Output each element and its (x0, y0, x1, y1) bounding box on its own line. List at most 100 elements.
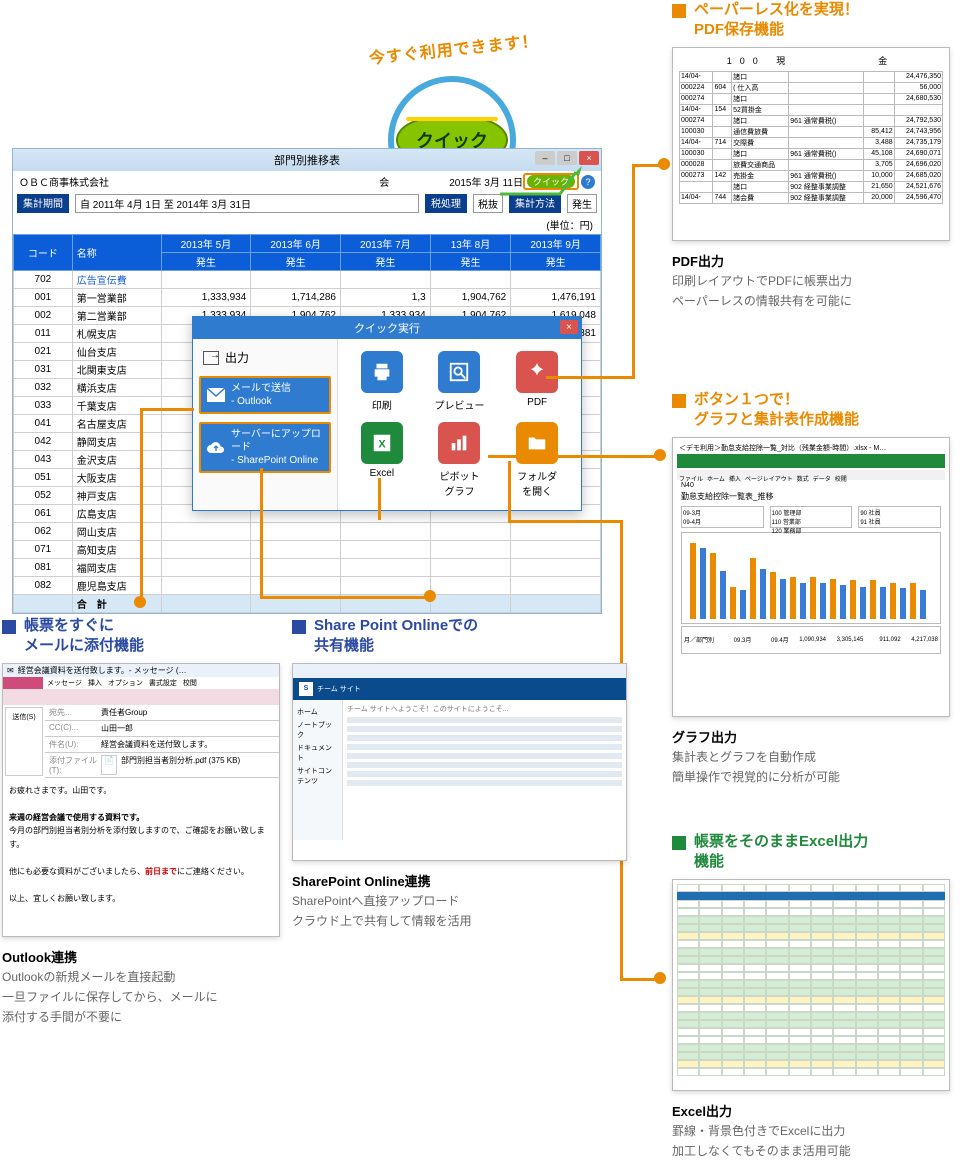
sharepoint-logo-icon: S (299, 682, 313, 696)
maximize-button[interactable]: □ (557, 151, 577, 165)
send-button[interactable]: 送信(S) (5, 707, 43, 776)
feature-title: ボタン１つで！グラフと集計表作成機能 (672, 390, 960, 431)
feature-desc: Outlookの新規メールを直接起動 (2, 968, 282, 986)
feature-desc: 罫線・背景色付きでExcelに出力 (672, 1122, 960, 1140)
connector-dot (654, 449, 666, 461)
upload-server-button[interactable]: サーバーにアップロード- SharePoint Online (199, 422, 331, 473)
feature-mail: 帳票をすぐにメールに添付機能 ✉ 経営会議資料を送付致します。- メッセージ (… (2, 616, 282, 1026)
outlook-preview-thumb: ✉ 経営会議資料を送付致します。- メッセージ (… メッセージ挿入オプション書… (2, 663, 280, 937)
sheet-title: 勤怠支給控除一覧表_推移 (677, 489, 945, 504)
feature-subtitle: グラフ出力 (672, 727, 960, 746)
accounting-label: 会 (379, 174, 389, 189)
connector-dot (134, 596, 146, 608)
tile-folder[interactable]: フォルダ を開く (503, 422, 571, 498)
graph-preview-thumb: ＜デモ利用＞勤怠支給控除一覧_対比（残業金額-時間）.xlsx - M… ファイ… (672, 437, 950, 717)
send-mail-button[interactable]: メールで送信- Outlook (199, 376, 331, 414)
feature-desc: 集計表とグラフを自動作成 (672, 748, 960, 766)
feature-desc: 添付する手間が不要に (2, 1008, 282, 1026)
feature-desc: クラウド上で共有して情報を活用 (292, 912, 632, 930)
summary-table: 月／部門別09.3月09.4月1,090,9343,305,145911,092… (681, 626, 941, 654)
connector-dot (654, 972, 666, 984)
print-icon (361, 351, 403, 393)
app-title: 部門別推移表 (274, 152, 340, 168)
square-bullet-icon (2, 620, 16, 634)
outlook-ribbon (3, 689, 279, 705)
minimize-button[interactable]: ‒ (535, 151, 555, 165)
period-value: 自 2011年 4月 1日 至 2014年 3月 31日 (75, 194, 419, 213)
dialog-title: クイック実行 (354, 323, 420, 335)
sharepoint-sidenav: ホームノートブックドキュメントサイトコンテンツ (293, 700, 343, 840)
mail-icon (207, 388, 225, 402)
company-name: ＯＢＣ商事株式会社 (19, 174, 379, 189)
feature-desc: 印刷レイアウトでPDFに帳票出力 (672, 272, 960, 290)
connector-line (260, 468, 263, 596)
excel-icon: X (361, 422, 403, 464)
outlook-file-tab (3, 677, 43, 689)
excel-tabs: ファイルホーム挿入ページレイアウト数式データ校閲 (677, 470, 945, 480)
connector-line (546, 376, 632, 379)
table-row[interactable]: 001第一営業部1,333,9341,714,2861,31,904,7621,… (14, 289, 601, 307)
feature-graph: ボタン１つで！グラフと集計表作成機能 ＜デモ利用＞勤怠支給控除一覧_対比（残業金… (672, 390, 960, 786)
period-label: 集計期間 (17, 194, 69, 213)
tile-pdf[interactable]: PDF (503, 351, 571, 412)
tile-print[interactable]: 印刷 (348, 351, 416, 412)
excel-preview-thumb (672, 879, 950, 1091)
table-row[interactable]: 081福岡支店 (14, 559, 601, 577)
sharepoint-preview-thumb: S チーム サイト ホームノートブックドキュメントサイトコンテンツ チーム サイ… (292, 663, 627, 861)
cloud-upload-icon (207, 441, 225, 455)
feature-title: Share Point Onlineでの共有機能 (292, 616, 632, 657)
square-bullet-icon (672, 394, 686, 408)
app-title-bar: 部門別推移表 ‒ □ × (13, 149, 601, 171)
feature-sharepoint: Share Point Onlineでの共有機能 S チーム サイト ホームノー… (292, 616, 632, 930)
pdf-preview-thumb: 100 現 金 14/04-諸口24,476,350000224604( 仕入高… (672, 47, 950, 241)
pdf-thumb-table: 14/04-諸口24,476,350000224604( 仕入高56,00000… (679, 71, 943, 204)
feature-subtitle: SharePoint Online連携 (292, 871, 632, 890)
tile-preview[interactable]: プレビュー (426, 351, 494, 412)
feature-title: 帳票をすぐにメールに添付機能 (2, 616, 282, 657)
square-bullet-icon (292, 620, 306, 634)
window-buttons: ‒ □ × (535, 151, 599, 165)
bar-chart (681, 532, 941, 624)
pdf-attachment-icon: 📄 (101, 755, 117, 775)
connector-line (488, 455, 660, 458)
mail-body: お疲れさまです。山田です。 来週の経営会議で使用する資料です。今月の部門別担当者… (3, 778, 279, 912)
feature-title: ペーパーレス化を実現！PDF保存機能 (672, 0, 960, 41)
close-button[interactable]: × (579, 151, 599, 165)
sharepoint-header: S チーム サイト (293, 678, 626, 700)
table-row[interactable]: 082鹿児島支店 (14, 577, 601, 595)
connector-line (508, 461, 511, 521)
tax-label: 税処理 (425, 194, 467, 213)
square-bullet-icon (672, 836, 686, 850)
feature-subtitle: Excel出力 (672, 1101, 960, 1120)
summary-boxes: 09-3月09-4月100 管理部110 営業部120 業務部90 社員91 社… (677, 504, 945, 530)
sharepoint-main: チーム サイトへようこそ！このサイトにようこそ... (343, 700, 626, 840)
feature-subtitle: Outlook連携 (2, 947, 282, 966)
connector-line (140, 408, 194, 411)
feature-desc: SharePointへ直接アップロード (292, 892, 632, 910)
table-row[interactable]: 071高知支店 (14, 541, 601, 559)
output-icon (203, 351, 219, 365)
outlook-tabs: メッセージ挿入オプション書式設定校閲 (43, 677, 201, 689)
tile-excel[interactable]: X Excel (348, 422, 416, 498)
dialog-close-button[interactable]: × (560, 320, 578, 334)
feature-excel: 帳票をそのままExcel出力機能 Excel出力 罫線・背景色付きでExcelに… (672, 832, 960, 1160)
feature-desc: 一旦ファイルに保存してから、メールに (2, 988, 282, 1006)
connector-line (260, 596, 430, 599)
feature-desc: 加工しなくてもそのまま活用可能 (672, 1142, 960, 1160)
unit-label: (単位：円) (13, 215, 601, 234)
tile-pivot[interactable]: ピボット グラフ (426, 422, 494, 498)
square-bullet-icon (672, 4, 686, 18)
feature-desc: ペーパーレスの情報共有を可能に (672, 292, 960, 310)
connector-dot (424, 590, 436, 602)
feature-title: 帳票をそのままExcel出力機能 (672, 832, 960, 873)
help-icon[interactable]: ? (581, 175, 595, 189)
output-section-header: 出力 (199, 347, 331, 368)
tax-value: 税抜 (473, 194, 503, 213)
table-row[interactable]: 062岡山支店 (14, 523, 601, 541)
feature-subtitle: PDF出力 (672, 251, 960, 270)
connector-line (500, 176, 580, 200)
preview-icon (438, 351, 480, 393)
table-row[interactable]: 702広告宣伝費 (14, 271, 601, 289)
connector-line (378, 478, 381, 520)
promo-arc-text: 今すぐ利用できます！ (355, 26, 551, 70)
